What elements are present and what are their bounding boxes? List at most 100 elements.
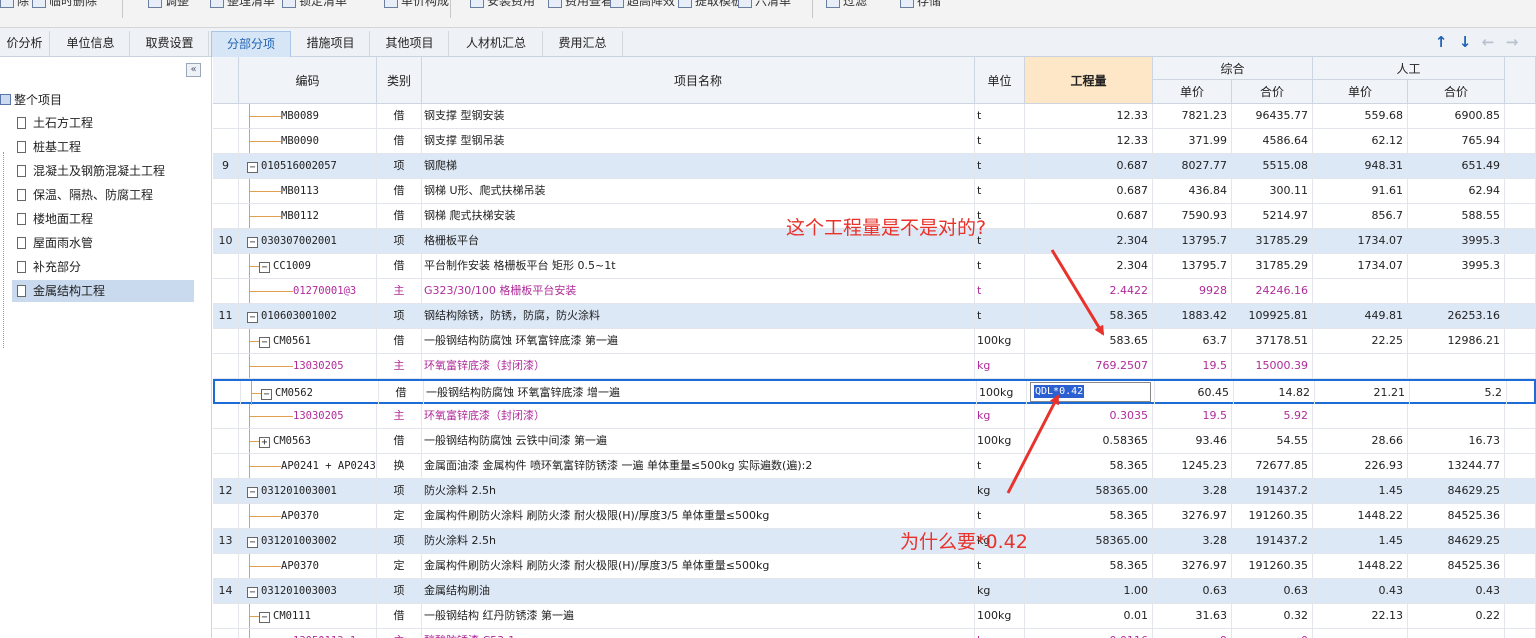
cell-no[interactable] bbox=[213, 329, 239, 353]
cell-name[interactable]: 金属面油漆 金属构件 喷环氧富锌防锈漆 一遍 单体重量≤500kg 实际遍数(遍… bbox=[422, 454, 975, 478]
cell-lp[interactable] bbox=[1313, 354, 1408, 378]
cell-ct[interactable]: 191437.2 bbox=[1232, 529, 1313, 553]
cell-no[interactable] bbox=[213, 554, 239, 578]
cell-ct[interactable]: 5214.97 bbox=[1232, 204, 1313, 228]
cell-qty[interactable]: 0.687 bbox=[1025, 204, 1153, 228]
cell-type[interactable]: 借 bbox=[379, 381, 424, 405]
cell-cp[interactable]: 0.63 bbox=[1153, 579, 1232, 603]
cell-ct[interactable]: 72677.85 bbox=[1232, 454, 1313, 478]
cell-cp[interactable]: 1883.42 bbox=[1153, 304, 1232, 328]
cell-no[interactable]: 11 bbox=[213, 304, 239, 328]
cell-x[interactable] bbox=[1505, 304, 1536, 328]
cell-qty[interactable]: 58.365 bbox=[1025, 454, 1153, 478]
cell-lt[interactable]: 0.43 bbox=[1408, 579, 1505, 603]
cell-no[interactable]: 10 bbox=[213, 229, 239, 253]
cell-lp[interactable]: 1734.07 bbox=[1313, 254, 1408, 278]
cell-code[interactable]: −010516002057 bbox=[239, 154, 377, 178]
cell-type[interactable]: 项 bbox=[377, 154, 422, 178]
cell-ct[interactable]: 109925.81 bbox=[1232, 304, 1313, 328]
cell-code[interactable]: MB0090 bbox=[239, 129, 377, 153]
cell-lt[interactable]: 3995.3 bbox=[1408, 254, 1505, 278]
cell-lt[interactable]: 16.73 bbox=[1408, 429, 1505, 453]
tree-root[interactable]: 整个项目 bbox=[0, 90, 62, 110]
cell-code[interactable]: AP0370 bbox=[239, 554, 377, 578]
cell-type[interactable]: 换 bbox=[377, 454, 422, 478]
tab-2[interactable]: 取费设置 bbox=[131, 31, 209, 57]
cell-lp[interactable]: 1.45 bbox=[1313, 479, 1408, 503]
cell-type[interactable]: 主 bbox=[377, 404, 422, 428]
cell-lt[interactable] bbox=[1408, 629, 1505, 638]
cell-no[interactable] bbox=[213, 179, 239, 203]
cell-no[interactable] bbox=[213, 404, 239, 428]
cell-lp[interactable]: 22.13 bbox=[1313, 604, 1408, 628]
cell-ct[interactable]: 191437.2 bbox=[1232, 479, 1313, 503]
cell-qty[interactable]: 12.33 bbox=[1025, 129, 1153, 153]
cell-lp[interactable]: 22.25 bbox=[1313, 329, 1408, 353]
collapse-icon[interactable]: − bbox=[259, 262, 270, 273]
main-material-row[interactable]: 13030205 主环氧富锌底漆（封闭漆） kg 769.2507 19.5 15000.… bbox=[213, 354, 1536, 379]
cell-ct[interactable]: 54.55 bbox=[1232, 429, 1313, 453]
cell-x[interactable] bbox=[1505, 504, 1536, 528]
cell-qty[interactable]: 0.687 bbox=[1025, 154, 1153, 178]
cell-qty[interactable]: 769.2507 bbox=[1025, 354, 1153, 378]
cell-ct[interactable]: 15000.39 bbox=[1232, 354, 1313, 378]
cell-type[interactable]: 定 bbox=[377, 554, 422, 578]
cell-code[interactable]: −031201003001 bbox=[239, 479, 377, 503]
cell-cp[interactable]: 1245.23 bbox=[1153, 454, 1232, 478]
cell-type[interactable]: 定 bbox=[377, 504, 422, 528]
cell-code[interactable]: − CM0111 bbox=[239, 604, 377, 628]
cell-lp[interactable]: 62.12 bbox=[1313, 129, 1408, 153]
cell-lp[interactable]: 28.66 bbox=[1313, 429, 1408, 453]
cell-name[interactable]: 金属构件刷防火涂料 刷防火漆 耐火极限(H)/厚度3/5 单体重量≤500kg bbox=[422, 504, 975, 528]
cell-x[interactable] bbox=[1505, 604, 1536, 628]
tab-3[interactable]: 分部分项 bbox=[211, 31, 291, 57]
cell-no[interactable] bbox=[213, 629, 239, 638]
cell-lp[interactable]: 1448.22 bbox=[1313, 554, 1408, 578]
toolbar-button[interactable]: 整理清单 bbox=[210, 0, 275, 10]
tab-6[interactable]: 人材机汇总 bbox=[450, 31, 543, 57]
cell-lt[interactable]: 62.94 bbox=[1408, 179, 1505, 203]
toolbar-button[interactable]: 费用查看 bbox=[548, 0, 613, 10]
cell-code[interactable]: −031201003002 bbox=[239, 529, 377, 553]
cell-lp[interactable]: 1448.22 bbox=[1313, 504, 1408, 528]
tree-item[interactable]: 金属结构工程 bbox=[12, 280, 194, 302]
cell-cp[interactable]: 19.5 bbox=[1153, 354, 1232, 378]
cell-lp[interactable]: 226.93 bbox=[1313, 454, 1408, 478]
cell-qty[interactable]: 0.687 bbox=[1025, 179, 1153, 203]
cell-type[interactable]: 借 bbox=[377, 204, 422, 228]
cell-lt[interactable]: 26253.16 bbox=[1408, 304, 1505, 328]
cell-type[interactable]: 项 bbox=[377, 579, 422, 603]
cell-name[interactable]: 防火涂料 2.5h bbox=[422, 479, 975, 503]
cell-unit[interactable]: 100kg bbox=[975, 429, 1025, 453]
cell-ct[interactable]: 4586.64 bbox=[1232, 129, 1313, 153]
cell-cp[interactable]: 3276.97 bbox=[1153, 554, 1232, 578]
tab-7[interactable]: 费用汇总 bbox=[543, 31, 623, 57]
cell-cp[interactable]: 60.45 bbox=[1155, 381, 1234, 405]
cell-cp[interactable]: 7590.93 bbox=[1153, 204, 1232, 228]
cell-no[interactable] bbox=[213, 354, 239, 378]
cell-x[interactable] bbox=[1505, 154, 1536, 178]
cell-x[interactable] bbox=[1505, 354, 1536, 378]
collapse-icon[interactable]: − bbox=[259, 337, 270, 348]
cell-unit[interactable]: t bbox=[975, 129, 1025, 153]
collapse-icon[interactable]: − bbox=[261, 389, 272, 400]
cell-code[interactable]: MB0113 bbox=[239, 179, 377, 203]
move-left-icon[interactable]: ← bbox=[1479, 33, 1497, 51]
cell-unit[interactable]: t bbox=[975, 554, 1025, 578]
cell-x[interactable] bbox=[1505, 204, 1536, 228]
cell-lt[interactable]: 84525.36 bbox=[1408, 504, 1505, 528]
tree-item[interactable]: 混凝土及钢筋混凝土工程 bbox=[12, 160, 194, 182]
cell-name[interactable]: 防火涂料 2.5h bbox=[422, 529, 975, 553]
toolbar-button[interactable]: 安装费用 bbox=[470, 0, 535, 10]
cell-qty[interactable]: 583.65 bbox=[1025, 329, 1153, 353]
collapse-icon[interactable]: − bbox=[247, 537, 258, 548]
cell-ct[interactable]: 5515.08 bbox=[1232, 154, 1313, 178]
cell-lt[interactable] bbox=[1408, 279, 1505, 303]
cell-code[interactable]: − CM0561 bbox=[239, 329, 377, 353]
cell-name[interactable]: 钢梯 U形、爬式扶梯吊装 bbox=[422, 179, 975, 203]
cell-no[interactable] bbox=[213, 504, 239, 528]
tree-item[interactable]: 楼地面工程 bbox=[12, 208, 194, 230]
cell-type[interactable]: 借 bbox=[377, 254, 422, 278]
cell-qty[interactable]: 58.365 bbox=[1025, 554, 1153, 578]
move-up-icon[interactable]: ↑ bbox=[1432, 33, 1450, 51]
